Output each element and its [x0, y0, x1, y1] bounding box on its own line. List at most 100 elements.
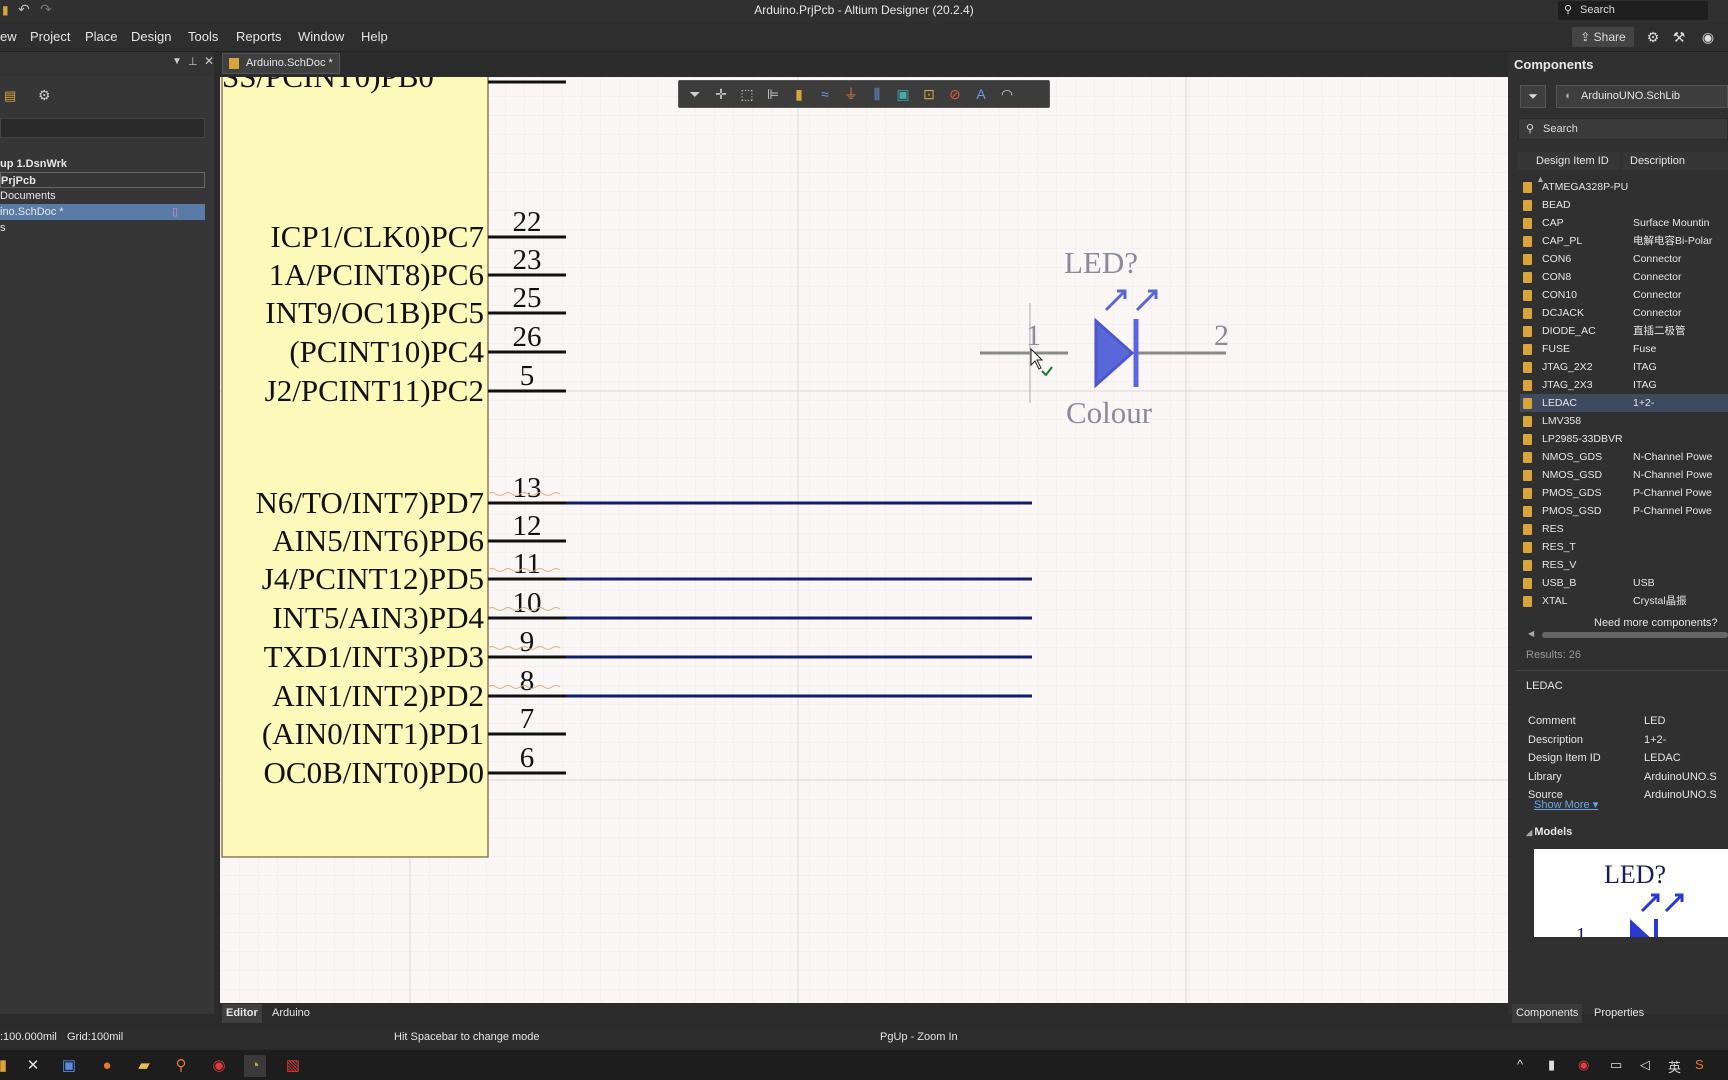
power-port-icon[interactable]: ⏚ — [841, 85, 861, 103]
tab-arduino[interactable]: Arduino — [268, 1004, 314, 1023]
need-more-components-link[interactable]: Need more components? — [1594, 617, 1718, 629]
tab-editor[interactable]: Editor — [222, 1004, 262, 1023]
microphone-icon[interactable]: ▮ — [1548, 1057, 1555, 1073]
component-icon — [1523, 434, 1532, 445]
horizontal-scrollbar[interactable] — [1542, 632, 1728, 638]
component-row[interactable]: CAP Surface Mountin — [1520, 214, 1728, 232]
network-icon[interactable]: ▭ — [1610, 1057, 1622, 1073]
documents-folder-row[interactable]: Documents — [0, 188, 205, 204]
menu-project[interactable]: Project — [30, 29, 70, 44]
open-project-icon[interactable]: ▤ — [4, 88, 16, 104]
pdf-icon[interactable]: ▧ — [282, 1055, 304, 1077]
models-section-header[interactable]: ◢ Models — [1526, 826, 1572, 838]
tray-record-icon[interactable]: ◉ — [1578, 1057, 1589, 1073]
component-row[interactable]: XTAL Crystal晶振 — [1520, 592, 1728, 610]
directive-icon[interactable]: ⊘ — [945, 85, 965, 103]
search-tool-icon[interactable]: ⚲ — [170, 1055, 192, 1077]
show-more-link[interactable]: Show More ▾ — [1534, 798, 1598, 811]
component-row[interactable]: RES_T — [1520, 538, 1728, 556]
scroll-left-icon[interactable]: ◀ — [1528, 629, 1538, 638]
column-description[interactable]: Description — [1622, 152, 1728, 170]
bus-icon[interactable]: ⫼ — [867, 85, 887, 103]
component-row[interactable]: FUSE Fuse — [1520, 340, 1728, 358]
property-value: ArduinoUNO.S — [1644, 789, 1717, 801]
component-row[interactable]: LMV358 — [1520, 412, 1728, 430]
input-method-indicator[interactable]: 英 — [1668, 1057, 1681, 1076]
altium-icon[interactable]: ◔ — [244, 1055, 266, 1077]
library-icon: ◖ — [1564, 90, 1571, 102]
settings-icon[interactable]: ⚙ — [38, 87, 51, 104]
component-row[interactable]: JTAG_2X3 ITAG — [1520, 376, 1728, 394]
libraries-folder-row[interactable]: s — [0, 220, 205, 236]
model-preview[interactable]: LED? 1 — [1534, 849, 1728, 937]
filter-icon[interactable]: ⏷ — [685, 85, 705, 103]
component-row[interactable]: NMOS_GSD N-Channel Powe — [1520, 466, 1728, 484]
component-row[interactable]: USB_B USB — [1520, 574, 1728, 592]
grid-size[interactable]: Grid:100mil — [67, 1031, 123, 1043]
component-row[interactable]: PMOS_GDS P-Channel Powe — [1520, 484, 1728, 502]
pin-icon[interactable]: ⊥ — [188, 55, 198, 68]
component-row[interactable]: JTAG_2X2 ITAG — [1520, 358, 1728, 376]
workspace-row[interactable]: up 1.DsnWrk — [0, 156, 205, 172]
taskbar-computer-icon[interactable]: ▣ — [58, 1055, 80, 1077]
menu-design[interactable]: Design — [131, 29, 171, 44]
menu-window[interactable]: Window — [298, 29, 344, 44]
file-explorer-icon[interactable]: ▰ — [133, 1055, 155, 1077]
align-icon[interactable]: ⊫ — [763, 85, 783, 103]
global-search[interactable]: ⚲ Search — [1558, 1, 1708, 20]
component-row[interactable]: RES_V — [1520, 556, 1728, 574]
schematic-canvas[interactable]: SS/PCINT0)PB0 ICP1/CLK0)PC7 22 1A/PCINT8)PC… — [220, 77, 1508, 1003]
component-row[interactable]: CAP_PL 电解电容Bi-Polar — [1520, 232, 1728, 250]
select-icon[interactable]: ⬚ — [737, 85, 757, 103]
project-search-input[interactable] — [0, 118, 205, 138]
schdoc-row[interactable]: ino.SchDoc * ▯ — [0, 204, 205, 220]
component-row[interactable]: RES — [1520, 520, 1728, 538]
port-icon[interactable]: ⊡ — [919, 85, 939, 103]
firefox-icon[interactable]: ● — [96, 1055, 118, 1077]
component-row[interactable]: CON6 Connector — [1520, 250, 1728, 268]
close-icon[interactable]: ✕ — [204, 54, 214, 68]
project-row[interactable]: PrjPcb — [0, 172, 205, 188]
component-row[interactable]: LP2985-33DBVR — [1520, 430, 1728, 448]
component-row[interactable]: CON8 Connector — [1520, 268, 1728, 286]
component-search-input[interactable]: ⚲ Search — [1518, 118, 1728, 140]
record-icon[interactable]: ◉ — [208, 1055, 230, 1077]
library-select[interactable]: ◖ ArduinoUNO.SchLib — [1556, 85, 1728, 108]
wire-icon[interactable]: ≈ — [815, 85, 835, 103]
column-design-item-id[interactable]: Design Item ID ▲ — [1518, 152, 1620, 184]
dropdown-icon[interactable]: ▼ — [172, 56, 182, 67]
volume-icon[interactable]: ◁ — [1640, 1057, 1650, 1073]
share-button[interactable]: ⇪ Share — [1572, 27, 1634, 47]
sheet-symbol-icon[interactable]: ▣ — [893, 85, 913, 103]
component-row[interactable]: CON10 Connector — [1520, 286, 1728, 304]
tab-properties[interactable]: Properties — [1590, 1004, 1648, 1023]
component-row[interactable]: PMOS_GSD P-Channel Powe — [1520, 502, 1728, 520]
taskbar-tool-icon[interactable]: ✕ — [22, 1055, 44, 1077]
component-row[interactable]: LEDAC 1+2- — [1520, 394, 1728, 412]
user-icon[interactable]: ◉ — [1699, 28, 1717, 46]
menu-place[interactable]: Place — [85, 29, 118, 44]
tab-components[interactable]: Components — [1512, 1004, 1583, 1023]
place-part-icon[interactable]: ▮ — [789, 85, 809, 103]
text-icon[interactable]: A — [971, 85, 991, 103]
filter-icon: ⏷ — [1528, 89, 1538, 103]
component-row[interactable]: ATMEGA328P-PU — [1520, 178, 1728, 196]
component-filter-button[interactable]: ⏷ — [1520, 85, 1546, 108]
component-row[interactable]: DCJACK Connector — [1520, 304, 1728, 322]
component-row[interactable]: DIODE_AC 直插二极管 — [1520, 322, 1728, 340]
taskbar-app-icon[interactable]: ▮ — [0, 1055, 14, 1077]
component-row[interactable]: BEAD — [1520, 196, 1728, 214]
wrench-icon[interactable]: ⚒ — [1670, 28, 1688, 46]
menu-help[interactable]: Help — [361, 29, 388, 44]
tray-expand-icon[interactable]: ^ — [1517, 1057, 1523, 1072]
gear-icon[interactable]: ⚙ — [1644, 28, 1662, 46]
menu-tools[interactable]: Tools — [188, 29, 218, 44]
menu-reports[interactable]: Reports — [236, 29, 282, 44]
move-icon[interactable]: ✛ — [711, 85, 731, 103]
arc-icon[interactable]: ◠ — [997, 85, 1017, 103]
property-key: Design Item ID — [1528, 752, 1601, 764]
component-row[interactable]: NMOS_GDS N-Channel Powe — [1520, 448, 1728, 466]
ime-icon[interactable]: S — [1695, 1057, 1704, 1072]
tab-arduino-schdoc[interactable]: Arduino.SchDoc * — [222, 53, 340, 74]
menu-view[interactable]: ew — [0, 29, 17, 44]
